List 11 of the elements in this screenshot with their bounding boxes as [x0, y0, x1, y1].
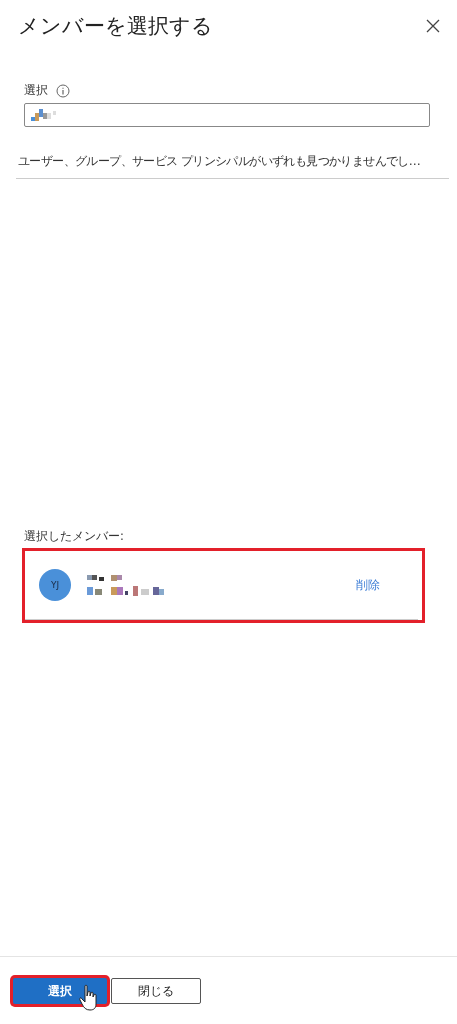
close-button[interactable]: 閉じる	[111, 978, 201, 1004]
remove-link[interactable]: 削除	[356, 576, 380, 594]
search-field[interactable]	[24, 103, 430, 127]
panel-title: メンバーを選択する	[18, 13, 213, 40]
avatar: YJ	[39, 569, 71, 601]
select-button[interactable]: 選択	[13, 978, 107, 1004]
result-message: ユーザー、グループ、サービス プリンシパルがいずれも見つかりませんでし…	[18, 154, 421, 168]
close-icon[interactable]	[425, 18, 441, 34]
info-icon	[56, 83, 70, 98]
field-label: 選択	[24, 82, 48, 99]
section-heading: 選択したメンバー:	[24, 529, 125, 544]
